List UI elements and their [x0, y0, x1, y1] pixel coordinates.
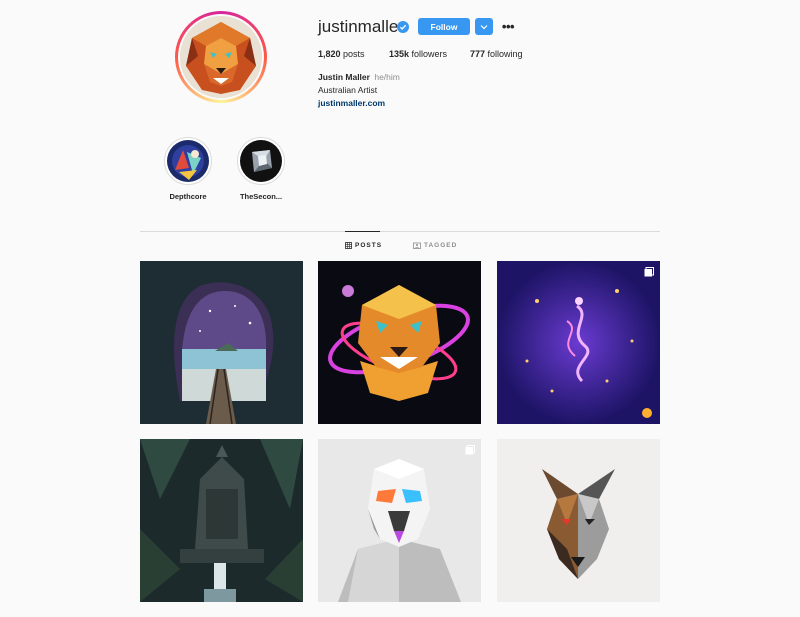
post-jungle-temple-image: [140, 439, 303, 602]
post-thumbnail[interactable]: [140, 261, 303, 424]
post-stormtrooper-image: [318, 439, 481, 602]
posts-label: posts: [343, 49, 365, 59]
post-particle-figure-image: [497, 261, 660, 424]
tab-posts[interactable]: POSTS: [345, 242, 382, 249]
multiple-posts-icon: [644, 267, 654, 277]
more-options-button[interactable]: •••: [500, 18, 516, 35]
username: justinmaller: [318, 17, 404, 36]
avatar-border: [178, 14, 264, 100]
highlight-thesecond[interactable]: TheSecon...: [221, 137, 301, 201]
avatar-lion-image: [180, 16, 262, 98]
highlight-thesecond-image: [240, 140, 282, 182]
followers-stat[interactable]: 135k followers: [389, 49, 447, 59]
post-wolf-image: [497, 439, 660, 602]
website-link[interactable]: justinmaller.com: [318, 98, 385, 108]
following-count: 777: [470, 49, 486, 59]
bio-text: Australian Artist: [318, 85, 378, 95]
tagged-icon: [413, 242, 421, 249]
tab-tagged[interactable]: TAGGED: [413, 242, 457, 249]
post-thumbnail[interactable]: [497, 439, 660, 602]
highlight-label: TheSecon...: [239, 192, 283, 201]
post-thumbnail[interactable]: [318, 439, 481, 602]
verified-badge-icon: [397, 21, 409, 33]
post-cave-railway-image: [140, 261, 303, 424]
tabs-divider: [140, 231, 660, 232]
followers-label: followers: [411, 49, 448, 59]
highlight-ring: [164, 137, 212, 185]
highlight-ring: [237, 137, 285, 185]
posts-count: 1,820: [318, 49, 341, 59]
follow-button[interactable]: Follow: [418, 18, 470, 35]
following-stat[interactable]: 777 following: [470, 49, 523, 59]
post-thumbnail[interactable]: [318, 261, 481, 424]
highlight-depthcore[interactable]: Depthcore: [148, 137, 228, 201]
full-name-text: Justin Maller: [318, 72, 370, 82]
grid-icon: [345, 242, 352, 249]
pronouns: he/him: [374, 72, 400, 82]
tab-posts-label: POSTS: [355, 242, 383, 249]
highlight-label: Depthcore: [169, 192, 207, 201]
tab-tagged-label: TAGGED: [424, 242, 458, 249]
multiple-posts-icon: [465, 445, 475, 455]
full-name: Justin Maller he/him: [318, 72, 400, 82]
suggested-dropdown-button[interactable]: [475, 18, 493, 35]
post-thumbnail[interactable]: [497, 261, 660, 424]
active-tab-indicator: [345, 231, 380, 232]
chevron-down-icon: [480, 24, 488, 29]
profile-avatar[interactable]: [175, 11, 267, 103]
post-neon-tiger-image: [318, 261, 481, 424]
following-label: following: [487, 49, 523, 59]
followers-count: 135k: [389, 49, 410, 59]
highlight-depthcore-image: [167, 140, 209, 182]
posts-stat: 1,820 posts: [318, 49, 365, 59]
post-thumbnail[interactable]: [140, 439, 303, 602]
